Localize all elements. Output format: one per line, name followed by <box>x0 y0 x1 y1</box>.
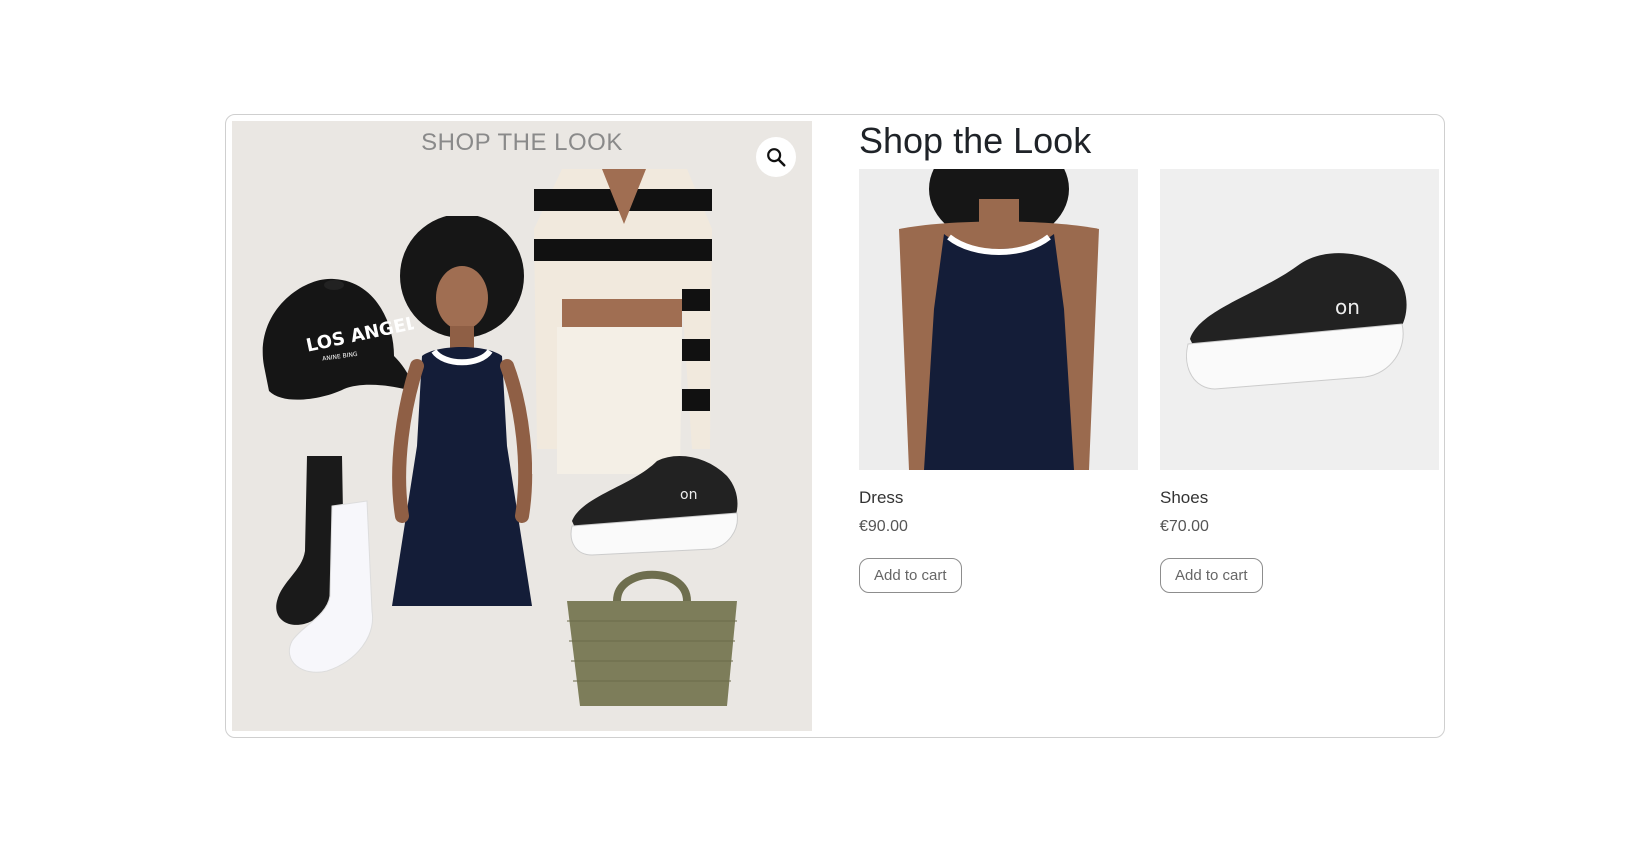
lookbook-title: SHOP THE LOOK <box>421 129 623 156</box>
product-price: €70.00 <box>1160 518 1209 535</box>
svg-text:on: on <box>680 487 697 503</box>
dress-photo <box>859 169 1138 470</box>
zoom-button[interactable] <box>756 137 796 177</box>
section-title: Shop the Look <box>859 120 1092 161</box>
product-panel: Shop the Look Dress €90.00 Add to cart o… <box>859 119 1439 593</box>
model-dress-image <box>392 216 533 606</box>
shoes-photo: on <box>1160 169 1439 470</box>
product-card-dress: Dress €90.00 Add to cart <box>859 169 1138 593</box>
product-grid: Dress €90.00 Add to cart on Shoes €70.00… <box>859 169 1439 593</box>
svg-text:on: on <box>1335 295 1360 319</box>
product-card-shoes: on Shoes €70.00 Add to cart <box>1160 169 1439 593</box>
product-price: €90.00 <box>859 518 908 535</box>
sweater-image <box>532 169 717 474</box>
search-icon <box>767 148 786 167</box>
tote-bag-image <box>567 570 737 706</box>
add-to-cart-button[interactable]: Add to cart <box>859 558 962 593</box>
product-name[interactable]: Dress <box>859 488 1138 508</box>
product-image-dress[interactable] <box>859 169 1138 470</box>
sneaker-image: on <box>570 456 738 556</box>
socks-image <box>276 456 374 673</box>
shop-the-look-card: SHOP THE LOOK LOS ANGELES ANINE BING on … <box>225 114 1445 738</box>
product-name[interactable]: Shoes <box>1160 488 1439 508</box>
lookbook-collage[interactable]: SHOP THE LOOK LOS ANGELES ANINE BING on <box>232 121 812 731</box>
add-to-cart-button[interactable]: Add to cart <box>1160 558 1263 593</box>
product-image-shoes[interactable]: on <box>1160 169 1439 470</box>
